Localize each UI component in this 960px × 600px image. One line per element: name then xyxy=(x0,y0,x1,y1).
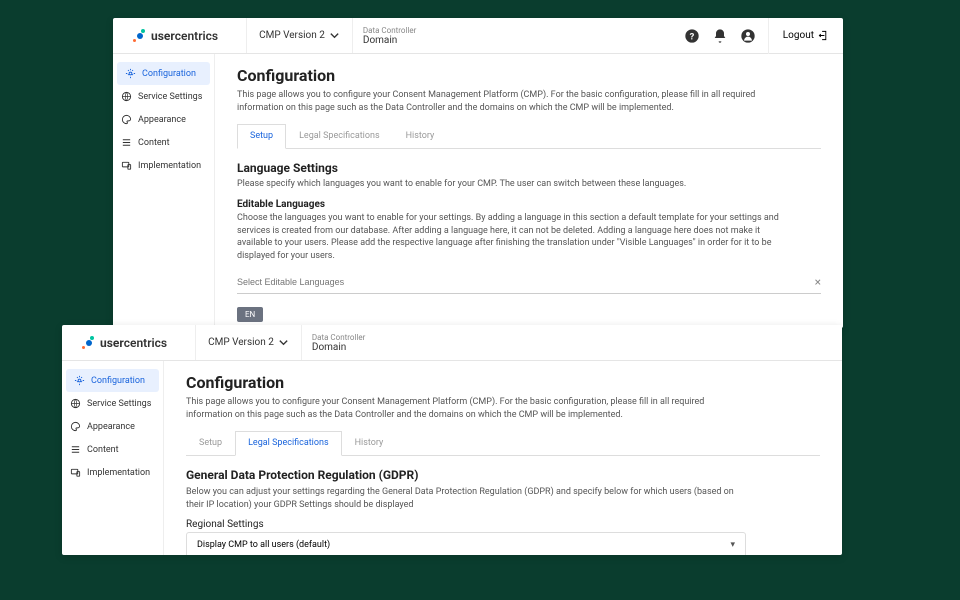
data-controller-block: Data Controller Domain xyxy=(363,22,416,50)
chevron-down-icon xyxy=(278,337,289,348)
admin-panel-setup: usercentrics CMP Version 2 Data Controll… xyxy=(113,18,843,328)
regional-settings-label: Regional Settings xyxy=(186,519,820,530)
version-selector[interactable]: CMP Version 2 xyxy=(195,325,302,360)
chevron-down-icon xyxy=(329,30,340,41)
gear-icon xyxy=(74,375,85,386)
clear-icon[interactable]: × xyxy=(815,275,821,289)
tabs: Setup Legal Specifications History xyxy=(237,124,821,149)
palette-icon xyxy=(70,421,81,432)
globe-icon xyxy=(70,398,81,409)
device-icon xyxy=(70,467,81,478)
regional-settings-select[interactable]: Display CMP to all users (default) ▾ xyxy=(186,532,746,555)
logo-mark-icon xyxy=(82,336,96,350)
sidebar-item-configuration[interactable]: Configuration xyxy=(117,62,210,85)
main-content: Configuration This page allows you to co… xyxy=(215,54,843,328)
sidebar-item-content[interactable]: Content xyxy=(113,131,214,154)
tab-history[interactable]: History xyxy=(342,431,397,455)
palette-icon xyxy=(121,114,132,125)
header: usercentrics CMP Version 2 Data Controll… xyxy=(113,18,843,54)
logout-icon xyxy=(818,30,829,41)
brand-logo: usercentrics xyxy=(123,29,228,43)
sidebar: Configuration Service Settings Appearanc… xyxy=(113,54,215,328)
tab-legal[interactable]: Legal Specifications xyxy=(235,431,342,456)
sidebar-item-implementation[interactable]: Implementation xyxy=(62,461,163,484)
tabs: Setup Legal Specifications History xyxy=(186,431,820,456)
data-controller-value: Domain xyxy=(312,342,365,353)
header: usercentrics CMP Version 2 Data Controll… xyxy=(62,325,842,361)
sidebar-item-service-settings[interactable]: Service Settings xyxy=(62,392,163,415)
regional-settings-value: Display CMP to all users (default) xyxy=(197,540,330,550)
data-controller-block: Data Controller Domain xyxy=(312,329,365,357)
sidebar-item-service-settings[interactable]: Service Settings xyxy=(113,85,214,108)
header-actions: ? Logout xyxy=(684,18,843,54)
list-icon xyxy=(121,137,132,148)
tab-setup[interactable]: Setup xyxy=(186,431,235,455)
logout-button[interactable]: Logout xyxy=(768,18,829,54)
page-description: This page allows you to configure your C… xyxy=(186,396,706,421)
page-title: Configuration xyxy=(186,373,820,392)
tab-setup[interactable]: Setup xyxy=(237,124,286,149)
data-controller-value: Domain xyxy=(363,35,416,46)
admin-panel-legal: usercentrics CMP Version 2 Data Controll… xyxy=(62,325,842,555)
tab-history[interactable]: History xyxy=(393,124,448,148)
brand-name: usercentrics xyxy=(100,336,167,350)
sidebar-item-implementation[interactable]: Implementation xyxy=(113,154,214,177)
globe-icon xyxy=(121,91,132,102)
list-icon xyxy=(70,444,81,455)
editable-languages-desc: Choose the languages you want to enable … xyxy=(237,212,797,262)
device-icon xyxy=(121,160,132,171)
editable-languages-title: Editable Languages xyxy=(237,199,821,210)
sidebar-item-configuration[interactable]: Configuration xyxy=(66,369,159,392)
caret-down-icon: ▾ xyxy=(730,540,735,550)
version-selector[interactable]: CMP Version 2 xyxy=(246,18,353,53)
sidebar: Configuration Service Settings Appearanc… xyxy=(62,361,164,555)
help-icon[interactable]: ? xyxy=(684,28,700,44)
language-settings-desc: Please specify which languages you want … xyxy=(237,179,821,189)
data-controller-label: Data Controller xyxy=(363,26,416,35)
brand-name: usercentrics xyxy=(151,29,218,43)
sidebar-item-appearance[interactable]: Appearance xyxy=(62,415,163,438)
gdpr-title: General Data Protection Regulation (GDPR… xyxy=(186,468,820,482)
bell-icon[interactable] xyxy=(712,28,728,44)
main-content: Configuration This page allows you to co… xyxy=(164,361,842,555)
language-chip-en[interactable]: EN xyxy=(237,307,263,322)
logo-mark-icon xyxy=(133,29,147,43)
data-controller-label: Data Controller xyxy=(312,333,365,342)
account-icon[interactable] xyxy=(740,28,756,44)
gear-icon xyxy=(125,68,136,79)
page-description: This page allows you to configure your C… xyxy=(237,89,757,114)
page-title: Configuration xyxy=(237,66,821,85)
svg-text:?: ? xyxy=(689,31,694,42)
gdpr-description: Below you can adjust your settings regar… xyxy=(186,486,746,511)
editable-languages-input[interactable] xyxy=(237,277,815,287)
brand-logo: usercentrics xyxy=(72,336,177,350)
tab-legal[interactable]: Legal Specifications xyxy=(286,124,393,148)
sidebar-item-appearance[interactable]: Appearance xyxy=(113,108,214,131)
language-settings-title: Language Settings xyxy=(237,161,821,175)
sidebar-item-content[interactable]: Content xyxy=(62,438,163,461)
editable-languages-input-row: × xyxy=(237,271,821,294)
